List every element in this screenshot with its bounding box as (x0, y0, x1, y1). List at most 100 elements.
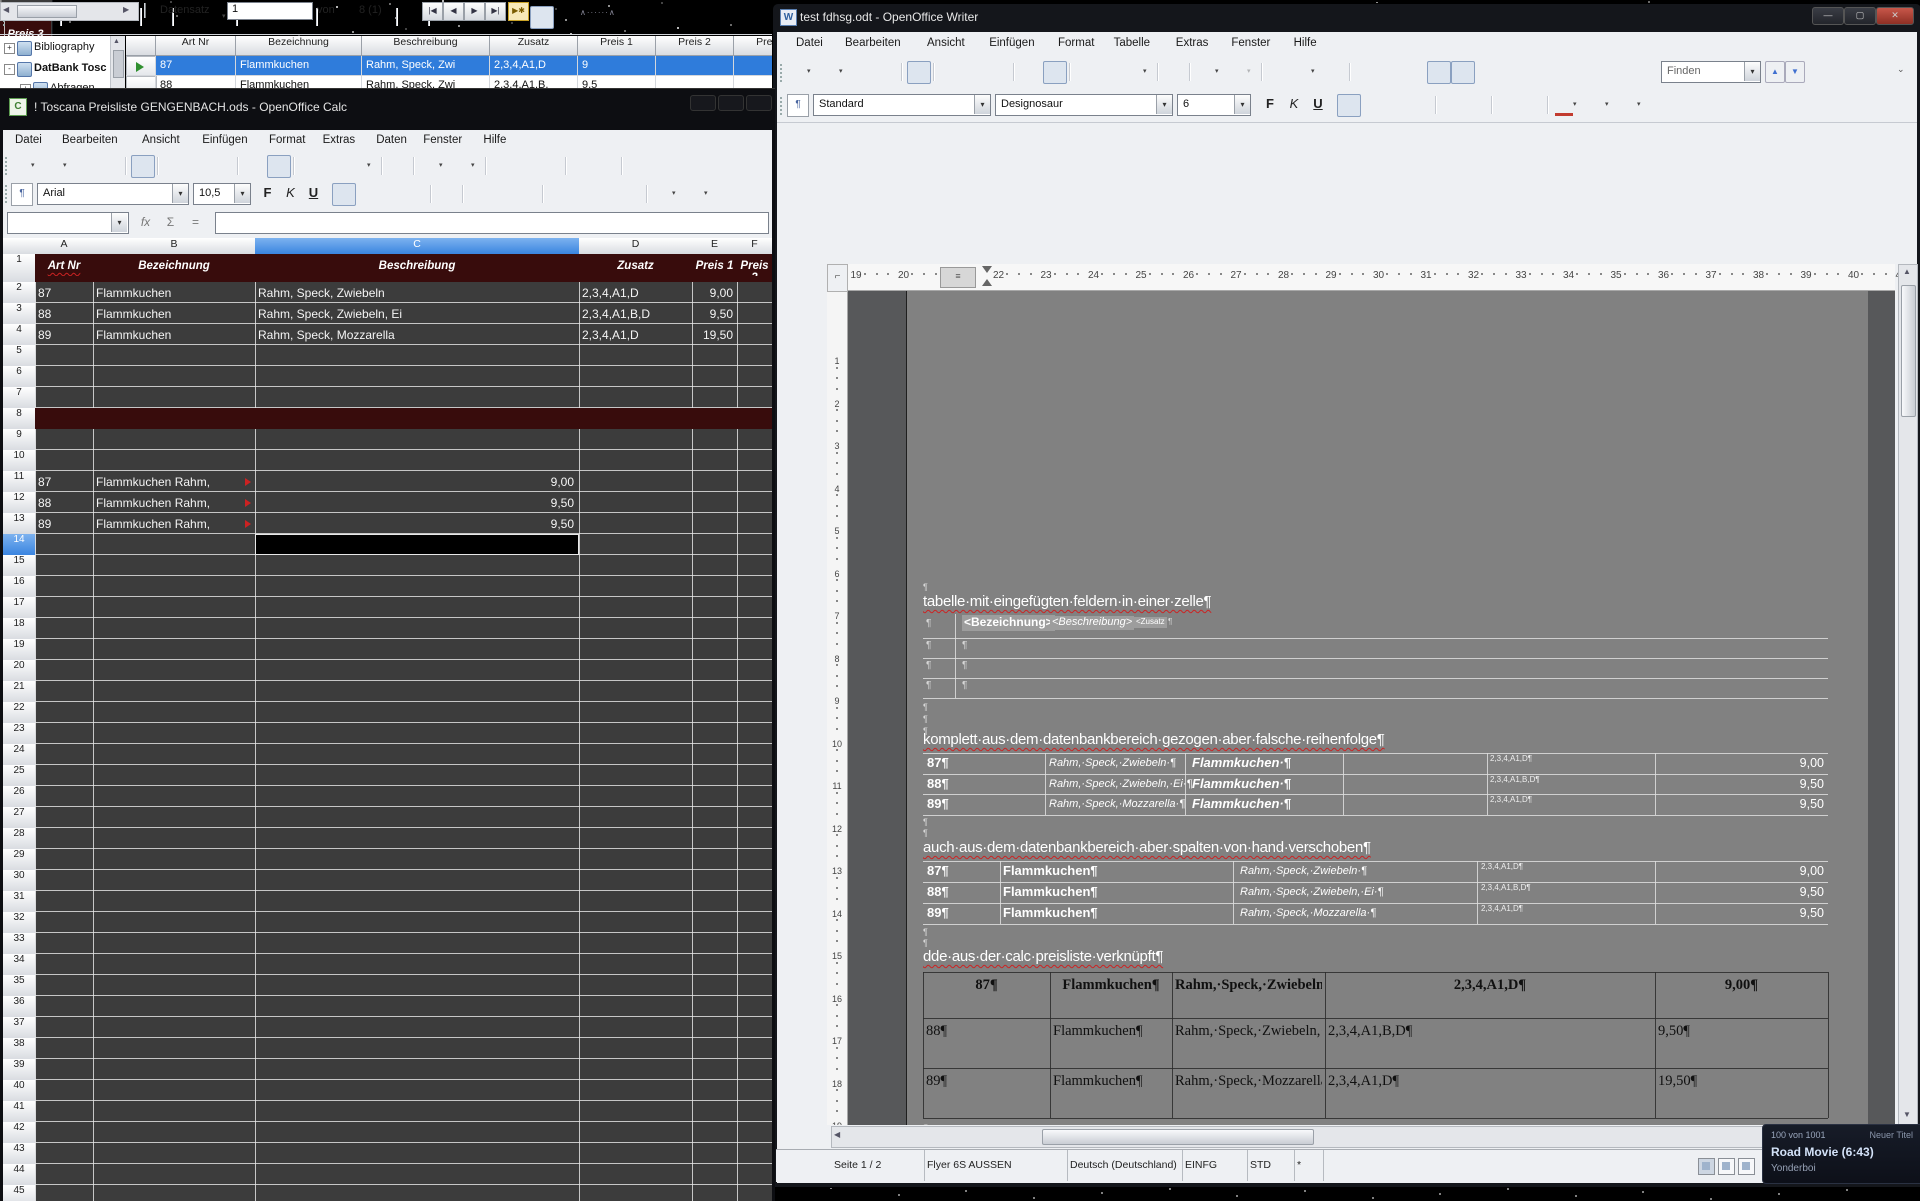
cell-b3[interactable]: Flammkuchen (96, 307, 254, 321)
calc-cut-icon[interactable] (299, 155, 321, 176)
tree-hscroll-thumb[interactable] (17, 5, 77, 18)
cell-c3[interactable]: Rahm, Speck, Zwiebeln, Ei (258, 307, 578, 321)
calc-page-preview-icon[interactable] (211, 155, 233, 176)
cell-d4[interactable]: 2,3,4,A1,D (582, 328, 692, 342)
writer-fmt-font-color-icon[interactable]: ▾ (1553, 94, 1583, 115)
document-page[interactable]: ¶tabelle·mit·eingefügten·feldern·in·eine… (907, 290, 1868, 1125)
writer-autospellcheck-icon[interactable] (1043, 61, 1067, 84)
grid-cell[interactable]: 87 (160, 59, 234, 73)
writer-menu-format[interactable]: Format (1051, 34, 1101, 56)
row-header-24[interactable]: 24 (3, 744, 36, 766)
calc-fmt-align-justify-icon[interactable] (404, 183, 426, 204)
cell-b11[interactable]: Flammkuchen Rahm, Speck, (96, 475, 246, 489)
ds-explorer-on-off-icon[interactable] (530, 6, 554, 29)
calc-font-size-combo[interactable]: 10,5▾ (193, 183, 251, 205)
row-header-14[interactable]: 14 (3, 534, 36, 556)
row-header-15[interactable]: 15 (3, 555, 36, 577)
writer-fmt-decrease-indent-icon[interactable] (1497, 94, 1519, 115)
status-language[interactable]: Deutsch (Deutschland) (1064, 1150, 1183, 1181)
calc-menu-einfügen[interactable]: Einfügen (196, 131, 253, 153)
calc-fmt-number-currency-icon[interactable] (468, 183, 490, 204)
row-header-35[interactable]: 35 (3, 975, 36, 997)
name-box[interactable]: ▾ (7, 212, 129, 234)
calc-font-size-combo-dropdown-icon[interactable]: ▾ (234, 184, 250, 203)
row-header-11[interactable]: 11 (3, 471, 36, 493)
scroll-down-icon[interactable]: ▼ (1901, 1110, 1913, 1122)
writer-new-document-icon[interactable]: ▾ (787, 61, 817, 82)
calc-fmt-align-left-icon[interactable] (332, 183, 356, 206)
selected-cell-c14[interactable] (255, 534, 579, 555)
calc-menu-format[interactable]: Format (263, 131, 311, 153)
column-header-B[interactable]: B (93, 238, 256, 255)
record-number-input[interactable]: 1 (227, 2, 313, 20)
close-button[interactable]: ✕ (1876, 7, 1914, 25)
calc-fmt-align-right-icon[interactable] (380, 183, 402, 204)
cell-a3[interactable]: 88 (38, 307, 90, 321)
calc-data-sources-icon[interactable] (699, 155, 721, 176)
toolbar-overflow-icon[interactable]: ⌄ (1897, 64, 1909, 78)
cell-d2[interactable]: 2,3,4,A1,D (582, 286, 692, 300)
scroll-up-icon[interactable]: ▲ (1901, 267, 1913, 279)
formula-input-line[interactable] (215, 212, 769, 234)
grid-column-header-preis-1[interactable]: Preis 1 (578, 36, 656, 56)
writer-format-paintbrush-icon[interactable] (1163, 61, 1185, 82)
row-header-45[interactable]: 45 (3, 1185, 36, 1201)
row-header-20[interactable]: 20 (3, 660, 36, 682)
writer-fmt-bullet-list-icon[interactable] (1465, 94, 1487, 115)
tree-horizontal-scrollbar[interactable]: ◀▶ (0, 2, 139, 21)
row-header-9[interactable]: 9 (3, 429, 36, 451)
writer-fmt-align-right-icon[interactable] (1385, 94, 1407, 115)
first-record-button[interactable]: |◀ (422, 2, 443, 21)
cell-c4[interactable]: Rahm, Speck, Mozzarella (258, 328, 578, 342)
status-template[interactable]: Flyer 6S AUSSEN (921, 1150, 1068, 1181)
cell-c11[interactable]: 9,00 (258, 475, 574, 489)
status-selection-mode[interactable]: STD (1244, 1150, 1295, 1181)
calc-fmt-align-center-icon[interactable] (356, 183, 378, 204)
cell-d3[interactable]: 2,3,4,A1,B,D (582, 307, 692, 321)
cell-e4[interactable]: 19,50 (694, 328, 733, 342)
writer-menu-bearbeiten[interactable]: Bearbeiten (838, 34, 908, 56)
calc-font-name-combo-dropdown-icon[interactable]: ▾ (172, 184, 188, 203)
function-wizard-icon[interactable]: fx (135, 212, 156, 232)
row-header-21[interactable]: 21 (3, 681, 36, 703)
cell-a2[interactable]: 87 (38, 286, 90, 300)
writer-hyperlink-icon[interactable] (1267, 61, 1289, 82)
writer-undo-icon[interactable]: ▾ (1195, 61, 1225, 82)
calc-menu-fenster[interactable]: Fenster (417, 131, 468, 153)
row-header-2[interactable]: 2 (3, 282, 36, 304)
row-header-27[interactable]: 27 (3, 807, 36, 829)
calc-menu-daten[interactable]: Daten (370, 131, 413, 153)
calc-paste-icon[interactable]: ▾ (347, 155, 377, 176)
cell-a11[interactable]: 87 (38, 475, 90, 489)
cell-a13[interactable]: 89 (38, 517, 90, 531)
writer-fmt-highlighting-icon[interactable]: ▾ (1585, 94, 1615, 115)
calc-minimize-button[interactable] (690, 95, 716, 111)
calc-menu-extras[interactable]: Extras (317, 131, 362, 153)
calc-font-name-combo[interactable]: Arial▾ (37, 183, 189, 205)
row-header-16[interactable]: 16 (3, 576, 36, 598)
writer-edit-file-icon[interactable] (907, 61, 931, 84)
row-header-38[interactable]: 38 (3, 1038, 36, 1060)
grid-column-header-art-nr[interactable]: Art Nr (156, 36, 236, 56)
writer-spellcheck-icon[interactable] (1019, 61, 1041, 82)
field-beschreibung[interactable]: <Beschreibung> (1050, 616, 1134, 630)
grid-column-header-zusatz[interactable]: Zusatz (490, 36, 578, 56)
grid-cell[interactable]: Flammkuchen (240, 59, 360, 73)
writer-data-sources-icon[interactable] (1427, 61, 1451, 84)
ruler-margin-widget[interactable]: ≡ (940, 267, 976, 288)
find-previous-button[interactable]: ▲ (1765, 61, 1785, 83)
calc-spellcheck-icon[interactable] (243, 155, 265, 176)
calc-insert-chart-icon[interactable] (571, 155, 593, 176)
cell-a12[interactable]: 88 (38, 496, 90, 510)
vertical-ruler[interactable]: 12345678910111213141516171819 (827, 290, 848, 1125)
field-bezeichnung[interactable]: <Bezeichnung> (962, 615, 1055, 631)
row-header-13[interactable]: 13 (3, 513, 36, 535)
horizontal-ruler[interactable]: 1920222324252627282930313233343536373839… (827, 264, 1895, 291)
grid-column-header-bezeichnung[interactable]: Bezeichnung (236, 36, 362, 56)
row-header-23[interactable]: 23 (3, 723, 36, 745)
calc-draw-functions-icon[interactable] (595, 155, 617, 176)
paragraph-indent-marker[interactable] (982, 279, 992, 286)
grid-cell[interactable]: Rahm, Speck, Zwi (366, 59, 488, 73)
cell-b12[interactable]: Flammkuchen Rahm, Speck, (96, 496, 246, 510)
cell-e2[interactable]: 9,00 (694, 286, 733, 300)
